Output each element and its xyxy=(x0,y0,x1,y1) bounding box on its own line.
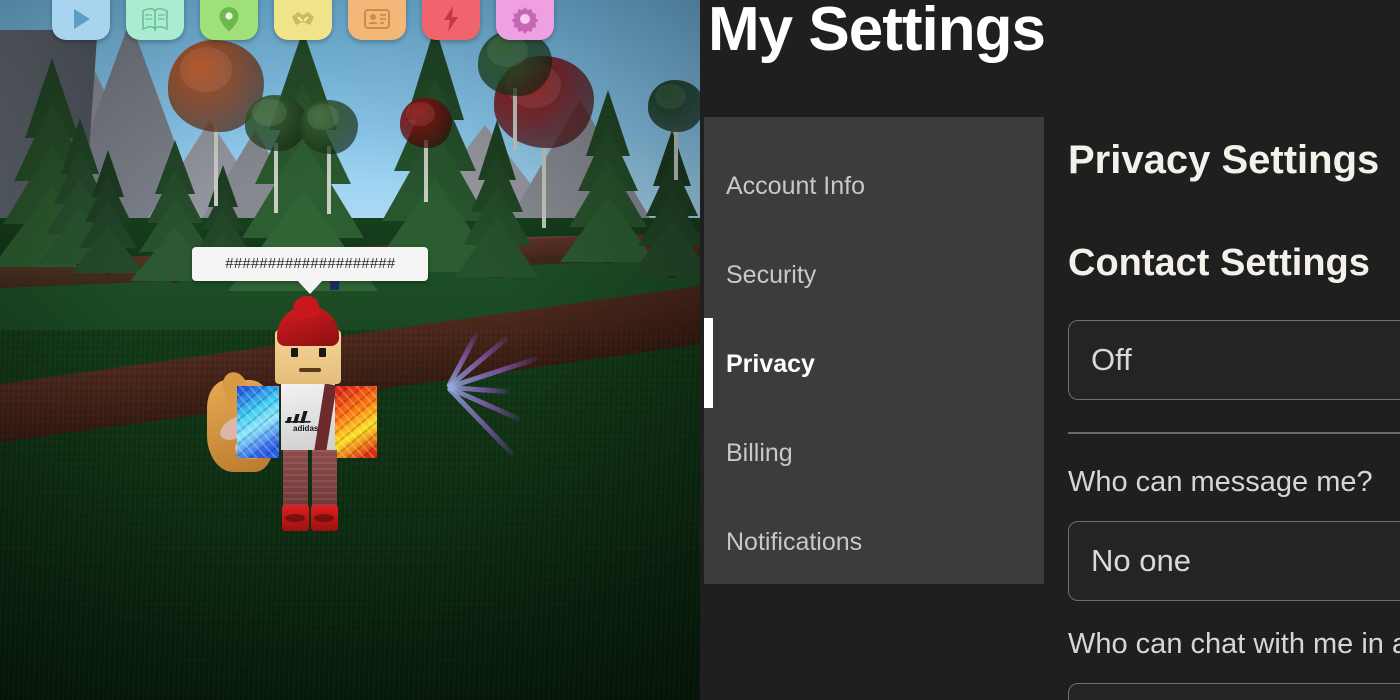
sidebar-item-billing[interactable]: Billing xyxy=(726,434,793,472)
sidebar-item-label: Security xyxy=(726,260,817,289)
game-icon-bar[interactable] xyxy=(52,0,554,40)
broadleaf-tree xyxy=(400,98,452,148)
privacy-settings-heading: Privacy Settings xyxy=(1068,138,1380,182)
contact-setting-value: Off xyxy=(1091,342,1132,377)
sidebar-item-notifications[interactable]: Notifications xyxy=(726,523,862,561)
sidebar-item-account-info[interactable]: Account Info xyxy=(726,167,865,205)
lightning-icon[interactable] xyxy=(422,0,480,40)
mouth xyxy=(299,368,321,372)
screenshot-root: adidas #################### My Settings xyxy=(0,0,1400,700)
tree-trunk xyxy=(674,124,678,180)
tree-trunk xyxy=(214,124,218,206)
sidebar-item-privacy[interactable]: Privacy xyxy=(726,345,815,383)
player-avatar: adidas xyxy=(207,293,425,560)
sidebar-item-label: Notifications xyxy=(726,527,863,556)
who-can-chat-dropdown[interactable] xyxy=(1068,683,1400,700)
map-pin-icon[interactable] xyxy=(200,0,258,40)
right-shoe xyxy=(311,505,338,531)
active-nav-indicator xyxy=(704,318,713,408)
handshake-icon[interactable] xyxy=(274,0,332,40)
left-shoe xyxy=(282,505,309,531)
sidebar-item-label: Account Info xyxy=(726,171,865,200)
eye xyxy=(291,348,298,357)
eye xyxy=(319,348,326,357)
book-icon[interactable] xyxy=(126,0,184,40)
tree-trunk xyxy=(513,88,517,150)
who-can-message-dropdown[interactable]: No one xyxy=(1068,521,1400,601)
tree-trunk xyxy=(274,143,278,213)
contact-settings-heading: Contact Settings xyxy=(1068,242,1370,284)
gear-icon[interactable] xyxy=(496,0,554,40)
sidebar-item-label: Privacy xyxy=(726,349,815,378)
who-can-message-value: No one xyxy=(1091,543,1191,578)
tree-trunk xyxy=(542,140,546,228)
broadleaf-tree xyxy=(300,100,358,154)
player-nametag: #################### xyxy=(192,247,428,281)
contact-card-icon[interactable] xyxy=(348,0,406,40)
broadleaf-tree xyxy=(648,80,700,132)
svg-text:adidas: adidas xyxy=(293,424,319,432)
sidebar-item-label: Billing xyxy=(726,438,793,467)
contact-setting-dropdown[interactable]: Off xyxy=(1068,320,1400,400)
settings-sidebar[interactable]: Account Info Security Privacy Billing Notifi… xyxy=(704,117,1044,584)
settings-content: Privacy Settings Contact Settings Off Wh… xyxy=(1068,0,1400,700)
sidebar-item-security[interactable]: Security xyxy=(726,256,816,294)
tree-trunk xyxy=(327,146,331,214)
who-can-chat-label: Who can chat with me in app? xyxy=(1068,628,1400,660)
player-nametag-text: #################### xyxy=(224,255,396,273)
broadleaf-tree xyxy=(245,95,307,151)
play-icon[interactable] xyxy=(52,0,110,40)
tree-trunk xyxy=(424,140,428,202)
right-arm xyxy=(335,386,377,458)
section-divider xyxy=(1068,432,1400,434)
settings-panel: My Settings Account Info Security Privacy B… xyxy=(700,0,1400,700)
page-title: My Settings xyxy=(708,0,1046,64)
who-can-message-label: Who can message me? xyxy=(1068,466,1373,498)
left-arm xyxy=(237,386,279,458)
game-viewport[interactable]: adidas #################### xyxy=(0,0,700,700)
